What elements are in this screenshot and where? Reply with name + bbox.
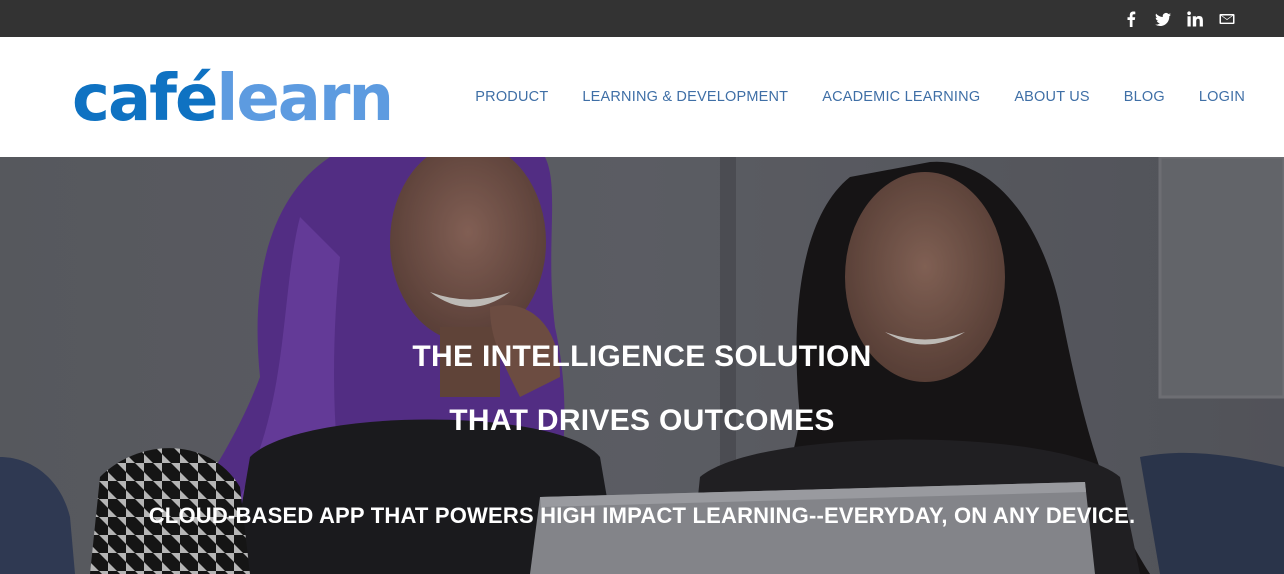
site-header: cafélearn PRODUCT LEARNING & DEVELOPMENT… <box>0 37 1284 157</box>
cafelearn-logo[interactable]: cafélearn <box>72 59 394 139</box>
hero-headline-line2: THAT DRIVES OUTCOMES <box>449 404 835 437</box>
linkedin-icon[interactable] <box>1186 10 1204 28</box>
mail-icon[interactable] <box>1218 10 1236 28</box>
nav-learning-development[interactable]: LEARNING & DEVELOPMENT <box>582 89 788 105</box>
nav-login[interactable]: LOGIN <box>1199 89 1245 105</box>
logo-text-cafe: café <box>72 62 218 136</box>
main-nav: PRODUCT LEARNING & DEVELOPMENT ACADEMIC … <box>475 89 1245 105</box>
social-links <box>1122 10 1236 28</box>
hero-banner: THE INTELLIGENCE SOLUTION THAT DRIVES OU… <box>0 157 1284 574</box>
hero-subheadline: CLOUD-BASED APP THAT POWERS HIGH IMPACT … <box>148 503 1136 528</box>
nav-about-us[interactable]: ABOUT US <box>1014 89 1089 105</box>
twitter-icon[interactable] <box>1154 10 1172 28</box>
nav-academic-learning[interactable]: ACADEMIC LEARNING <box>822 89 980 105</box>
hero-headline-line1: THE INTELLIGENCE SOLUTION <box>412 340 872 373</box>
facebook-icon[interactable] <box>1122 10 1140 28</box>
nav-product[interactable]: PRODUCT <box>475 89 548 105</box>
nav-blog[interactable]: BLOG <box>1124 89 1165 105</box>
logo-text-learn: learn <box>216 62 394 136</box>
top-bar <box>0 0 1284 37</box>
